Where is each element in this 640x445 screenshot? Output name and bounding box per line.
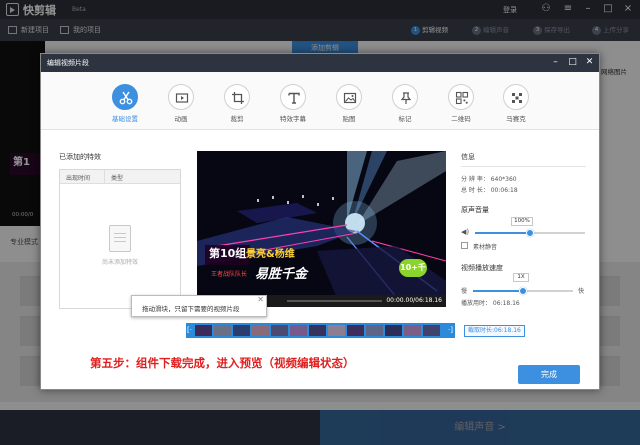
clip-thumbnail: [404, 325, 421, 336]
tab-text-effects[interactable]: 特效字幕: [271, 84, 315, 123]
tab-animation[interactable]: 动画: [159, 84, 203, 123]
video-progress-bar[interactable]: [287, 300, 382, 302]
video-script-text: 易胜千金: [255, 267, 308, 282]
tab-label: 特效字幕: [280, 115, 306, 123]
drag-hint-tooltip: 拖动滑块，只留下需要的视频片段 ✕: [131, 295, 267, 317]
tab-qrcode[interactable]: 二维码: [439, 84, 483, 123]
video-group: 第10组: [209, 247, 247, 260]
speed-slider-fill: [473, 290, 523, 292]
tab-mosaic[interactable]: 马赛克: [494, 84, 538, 123]
tab-marker[interactable]: 标记: [383, 84, 427, 123]
video-time: 00:00.00/06:18.16: [386, 297, 442, 304]
speed-title: 视频播放速度: [461, 264, 503, 272]
video-names: 景亮&杨维: [246, 249, 295, 260]
dialog-header: 编辑视频片段 – □ ✕: [41, 54, 599, 72]
volume-slider-knob[interactable]: [526, 229, 534, 237]
speed-slider[interactable]: [473, 287, 573, 295]
column-time: 出现时间: [66, 175, 91, 182]
clip-range-strip[interactable]: [· ·]: [186, 323, 455, 338]
dialog-close-icon[interactable]: ✕: [583, 56, 596, 69]
clip-thumbnail: [271, 325, 288, 336]
video-group-badge: 第10组: [205, 245, 251, 265]
resolution-text: 分 辨 率： 640*360: [461, 176, 517, 183]
clip-thumbnail: [252, 325, 269, 336]
mosaic-icon: [503, 84, 529, 110]
effects-empty-text: 尚未添加特效: [101, 259, 138, 266]
info-title: 信息: [461, 153, 475, 161]
volume-slider[interactable]: [475, 229, 585, 237]
tab-basic-settings[interactable]: 基础设置: [103, 84, 147, 123]
dialog-minimize-icon[interactable]: –: [549, 56, 562, 69]
video-subtitle: 王者战队队长: [211, 271, 248, 278]
trim-right-handle-icon[interactable]: ·]: [448, 325, 454, 336]
clip-thumbnail: [195, 325, 212, 336]
tab-bar: 基础设置 动画 裁剪 特效字幕 贴图 标记 二维码 马赛克: [41, 72, 599, 130]
dialog-maximize-icon[interactable]: □: [566, 56, 579, 69]
clip-thumbnail: [423, 325, 440, 336]
tooltip-text: 拖动滑块，只留下需要的视频片段: [142, 305, 240, 313]
mute-checkbox[interactable]: [461, 242, 468, 249]
speed-fast-label: 快: [578, 288, 585, 295]
image-icon: [336, 84, 362, 110]
trim-left-handle-icon[interactable]: [·: [187, 325, 193, 336]
done-button[interactable]: 完成: [518, 365, 580, 384]
clip-thumbnail: [328, 325, 345, 336]
effects-title: 已添加的特效: [59, 153, 101, 161]
mute-label: 素材静音: [473, 244, 498, 251]
crop-icon: [224, 84, 250, 110]
tab-label: 基础设置: [112, 115, 138, 123]
speaker-icon: ◀): [461, 228, 470, 236]
column-divider: [104, 170, 105, 184]
tab-crop[interactable]: 裁剪: [215, 84, 259, 123]
clip-thumbnail: [290, 325, 307, 336]
text-icon: [280, 84, 306, 110]
clip-duration-label: 截取时长:06:18.16: [464, 325, 525, 337]
tab-label: 二维码: [451, 115, 471, 123]
tab-label: 动画: [174, 115, 188, 123]
pin-icon: [392, 84, 418, 110]
volume-slider-fill: [475, 232, 530, 234]
edit-clip-dialog: 编辑视频片段 – □ ✕ 基础设置 动画 裁剪 特效字幕 贴图 标记 二维码 马…: [40, 53, 600, 390]
volume-value: 100%: [511, 217, 533, 226]
clip-thumbnail: [385, 325, 402, 336]
speed-slider-knob[interactable]: [519, 287, 527, 295]
clip-thumbnail: [347, 325, 364, 336]
effects-list: 出现时间 类型 尚未添加特效: [59, 169, 181, 309]
tooltip-close-icon[interactable]: ✕: [257, 295, 264, 304]
clip-thumbnail: [233, 325, 250, 336]
play-time-text: 播放用时： 06:18.16: [461, 300, 520, 307]
speed-slow-label: 慢: [461, 288, 468, 295]
tab-label: 裁剪: [230, 115, 244, 123]
play-frame-icon: [168, 84, 194, 110]
clip-thumbnail: [366, 325, 383, 336]
column-type: 类型: [111, 175, 124, 182]
divider: [461, 166, 586, 167]
scissors-icon: [112, 84, 138, 110]
total-duration-text: 总 时 长： 00:06:18: [461, 187, 518, 194]
step-caption: 第五步：组件下载完成，进入预览（视频编辑状态）: [90, 356, 355, 370]
qrcode-icon: [448, 84, 474, 110]
speed-value: 1X: [513, 273, 529, 282]
dialog-title: 编辑视频片段: [47, 59, 89, 67]
clip-thumbnail: [214, 325, 231, 336]
tab-label: 马赛克: [506, 115, 526, 123]
empty-document-icon: [109, 225, 131, 252]
tab-sticker[interactable]: 贴图: [327, 84, 371, 123]
tab-label: 贴图: [342, 115, 356, 123]
effects-table-header: 出现时间 类型: [60, 170, 180, 184]
video-count-badge: 10+千: [399, 259, 427, 277]
tab-label: 标记: [398, 115, 412, 123]
clip-thumbnail: [309, 325, 326, 336]
volume-title: 原声音量: [461, 206, 489, 214]
video-preview[interactable]: 第10组 景亮&杨维 王者战队队长 易胜千金 10+千: [197, 151, 446, 298]
